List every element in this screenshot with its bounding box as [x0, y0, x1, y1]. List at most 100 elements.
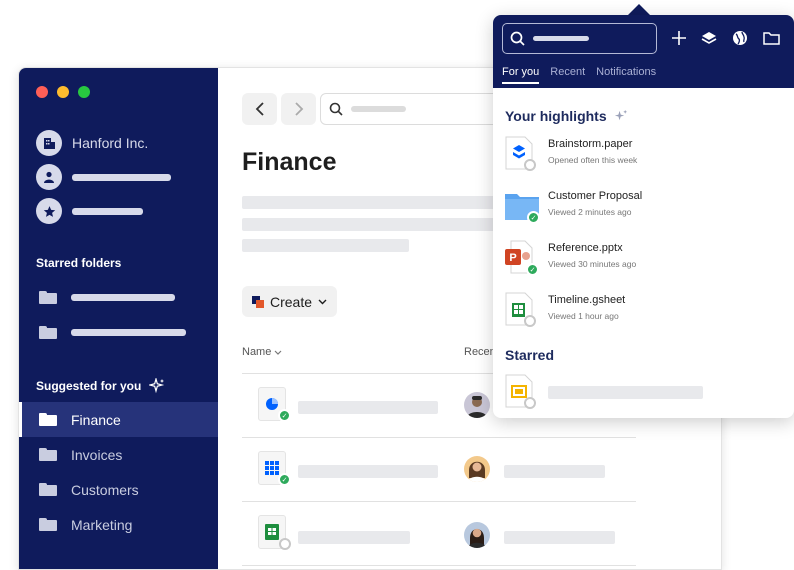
search-placeholder-bar	[351, 106, 406, 112]
person-icon	[36, 164, 62, 190]
star-icon	[36, 198, 62, 224]
folder-icon	[39, 326, 57, 339]
add-icon[interactable]	[669, 28, 689, 48]
avatar	[464, 522, 490, 548]
description-placeholder	[242, 218, 522, 231]
sidebar-item-label: Finance	[71, 411, 121, 428]
starred-row[interactable]	[36, 198, 143, 224]
paper-doc-icon	[505, 136, 536, 171]
maximize-window-button[interactable]	[78, 86, 90, 98]
create-button[interactable]: Create	[242, 286, 338, 317]
row-divider	[242, 437, 636, 438]
tab-recent[interactable]: Recent	[550, 66, 585, 84]
synced-check-icon: ✓	[526, 263, 539, 276]
popup-pointer	[628, 4, 650, 15]
quick-access-popup: For you Recent Notifications Your highli…	[493, 15, 794, 418]
highlight-title: Brainstorm.paper	[548, 138, 633, 150]
sidebar-item-customers[interactable]: Customers	[19, 472, 218, 507]
recent-column-header[interactable]: Recen	[464, 346, 496, 358]
sync-status-icon	[524, 159, 536, 171]
sort-chevron-icon	[274, 350, 282, 355]
search-placeholder-bar	[533, 36, 589, 41]
tab-for-you[interactable]: For you	[502, 66, 540, 84]
search-input[interactable]	[320, 93, 510, 125]
file-name-placeholder	[298, 531, 410, 544]
minimize-window-button[interactable]	[57, 86, 69, 98]
file-name-placeholder	[298, 465, 438, 478]
account-row[interactable]: Hanford Inc.	[36, 130, 148, 156]
chevron-right-icon	[294, 102, 303, 116]
forward-button[interactable]	[281, 93, 316, 125]
chevron-down-icon	[318, 299, 327, 304]
sparkle-icon	[149, 378, 165, 394]
recent-placeholder	[504, 465, 605, 478]
folder-icon	[39, 413, 57, 426]
starred-folders-heading: Starred folders	[36, 256, 122, 270]
highlight-item[interactable]: Brainstorm.paper Opened often this week	[505, 136, 785, 176]
highlight-item[interactable]: ✓ Customer Proposal Viewed 2 minutes ago	[505, 188, 785, 228]
avatar	[464, 392, 490, 418]
close-window-button[interactable]	[36, 86, 48, 98]
avatar	[464, 456, 490, 482]
highlight-title: Customer Proposal	[548, 190, 643, 202]
globe-icon[interactable]	[730, 28, 750, 48]
starred-heading: Starred	[505, 347, 555, 363]
row-divider	[242, 565, 636, 566]
sidebar-item-finance[interactable]: Finance	[19, 402, 218, 437]
highlights-heading-label: Your highlights	[505, 108, 607, 124]
app-stage: Hanford Inc. Starred folders Suggested f…	[0, 0, 794, 570]
name-column-label: Name	[242, 346, 272, 358]
create-icon	[252, 295, 264, 308]
suggested-heading: Suggested for you	[36, 378, 165, 394]
sidebar-item-label: Customers	[71, 481, 139, 498]
table-row[interactable]	[242, 503, 636, 563]
folder-icon	[39, 483, 57, 496]
sparkle-icon	[614, 109, 627, 120]
synced-check-icon: ✓	[527, 211, 540, 224]
suggested-heading-label: Suggested for you	[36, 379, 142, 393]
name-column-header[interactable]: Name	[242, 346, 282, 358]
powerpoint-icon: P ✓	[505, 240, 539, 276]
profile-placeholder	[72, 173, 171, 181]
gsheet-icon	[505, 292, 536, 327]
popup-header: For you Recent Notifications	[493, 15, 794, 88]
highlight-title: Timeline.gsheet	[548, 294, 626, 306]
highlight-subtitle: Viewed 2 minutes ago	[548, 207, 632, 217]
layers-icon[interactable]	[699, 28, 719, 48]
sidebar-item-invoices[interactable]: Invoices	[19, 437, 218, 472]
starred-folder-1[interactable]	[39, 291, 175, 304]
back-button[interactable]	[242, 93, 277, 125]
starred-folder-2[interactable]	[39, 326, 186, 339]
page-title: Finance	[242, 148, 337, 176]
file-name-placeholder	[298, 401, 438, 414]
folder-icon	[39, 518, 57, 531]
building-icon	[36, 130, 62, 156]
sidebar-item-label: Invoices	[71, 446, 123, 463]
sync-status-icon	[524, 397, 536, 409]
slides-file-icon	[505, 374, 536, 409]
sidebar: Hanford Inc. Starred folders Suggested f…	[19, 68, 218, 569]
popup-tabs: For you Recent Notifications	[502, 66, 656, 84]
starred-item[interactable]	[505, 374, 785, 414]
highlight-subtitle: Opened often this week	[548, 155, 638, 165]
starred-name-placeholder	[548, 386, 703, 399]
highlights-heading: Your highlights	[505, 108, 628, 124]
folder-outline-icon[interactable]	[761, 28, 781, 48]
highlight-item[interactable]: P ✓ Reference.pptx Viewed 30 minutes ago	[505, 240, 785, 280]
highlight-item[interactable]: Timeline.gsheet Viewed 1 hour ago	[505, 292, 785, 332]
table-row[interactable]: ✓	[242, 439, 636, 499]
sidebar-item-marketing[interactable]: Marketing	[19, 507, 218, 542]
highlight-title: Reference.pptx	[548, 242, 623, 254]
synced-check-icon: ✓	[278, 473, 291, 486]
starred-placeholder	[72, 207, 143, 215]
window-controls	[36, 86, 90, 98]
row-divider	[242, 501, 636, 502]
create-label: Create	[270, 293, 313, 310]
folder-icon	[39, 448, 57, 461]
chevron-left-icon	[255, 102, 264, 116]
tab-notifications[interactable]: Notifications	[596, 66, 656, 84]
sync-status-icon	[279, 538, 291, 550]
search-icon	[510, 31, 525, 46]
profile-row[interactable]	[36, 164, 171, 190]
popup-search-input[interactable]	[502, 23, 657, 54]
